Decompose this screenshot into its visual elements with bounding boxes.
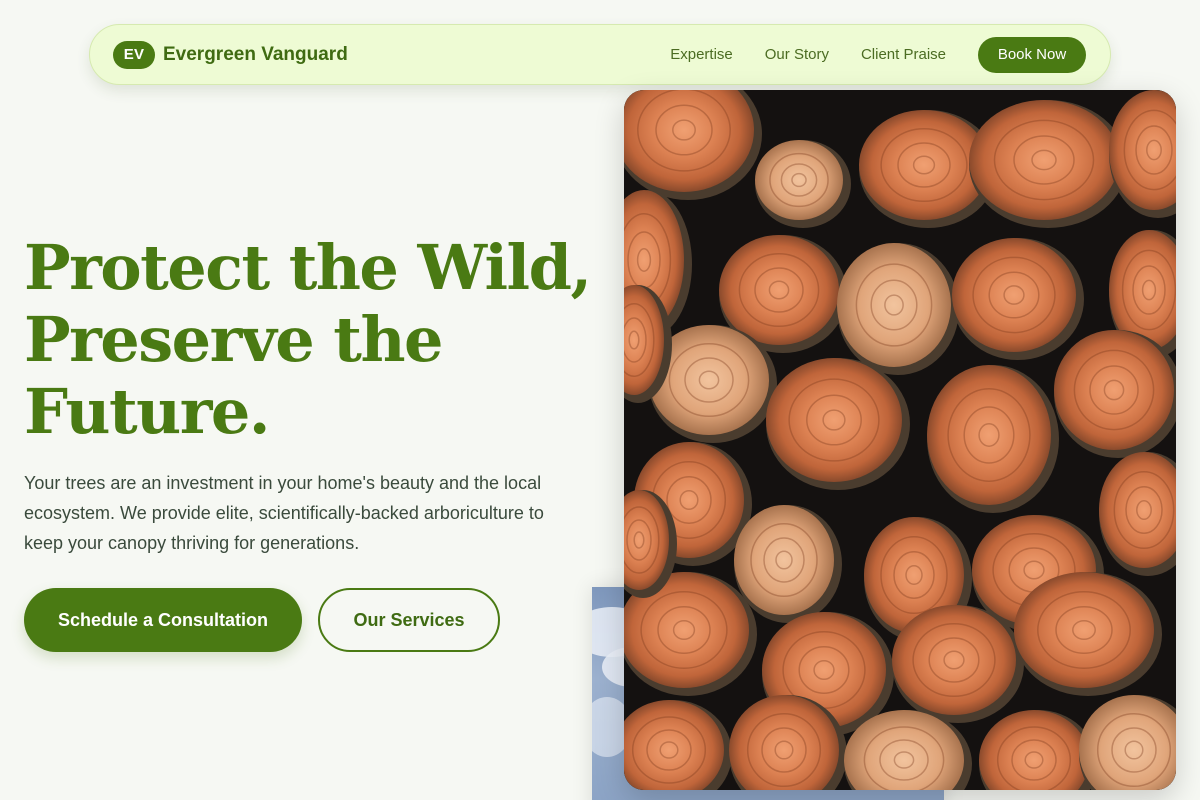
log-end	[927, 365, 1051, 505]
log-end	[892, 605, 1016, 715]
logo-badge: EV	[113, 40, 155, 69]
brand-logo-link[interactable]: EV Evergreen Vanguard	[113, 40, 348, 69]
log-end	[766, 358, 902, 482]
stacked-logs-photo	[624, 90, 1176, 790]
logs-illustration	[624, 90, 1176, 790]
nav-link-client-praise[interactable]: Client Praise	[861, 46, 946, 63]
log-end	[837, 243, 951, 367]
log-end	[734, 505, 834, 615]
nav-link-our-story[interactable]: Our Story	[765, 46, 829, 63]
top-navigation: EV Evergreen Vanguard Expertise Our Stor…	[89, 24, 1111, 85]
log-end	[1054, 330, 1174, 450]
log-end	[1014, 572, 1154, 688]
log-end	[719, 235, 839, 345]
book-now-button[interactable]: Book Now	[978, 36, 1086, 73]
nav-link-expertise[interactable]: Expertise	[670, 46, 733, 63]
nav-links: Expertise Our Story Client Praise Book N…	[670, 36, 1086, 73]
hero-title: Protect the Wild, Preserve the Future.	[24, 231, 592, 448]
log-end	[969, 100, 1119, 220]
our-services-button[interactable]: Our Services	[318, 588, 500, 652]
hero-description: Your trees are an investment in your hom…	[24, 473, 544, 553]
brand-name: Evergreen Vanguard	[163, 43, 348, 65]
log-end	[755, 140, 843, 220]
schedule-consultation-button[interactable]: Schedule a Consultation	[24, 588, 302, 652]
log-end	[952, 238, 1076, 352]
